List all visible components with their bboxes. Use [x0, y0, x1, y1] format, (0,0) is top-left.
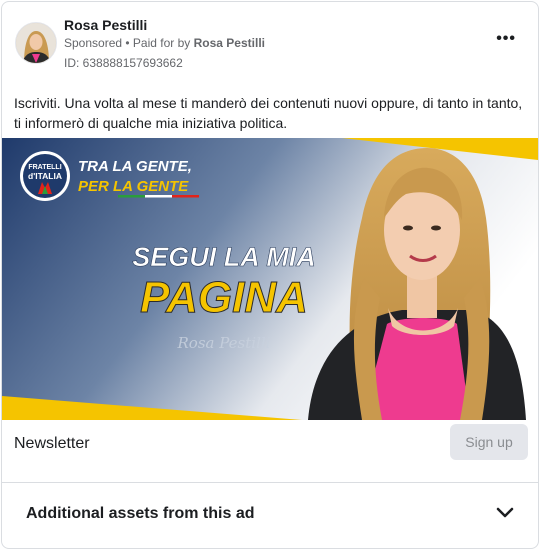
creative-svg: FRATELLI d'ITALIA TRA LA GENTE, PER LA G…: [2, 138, 538, 420]
sign-up-button[interactable]: Sign up: [450, 424, 528, 460]
advertiser-name[interactable]: Rosa Pestilli: [64, 17, 147, 33]
paid-for-prefix: • Paid for by: [122, 36, 194, 50]
chevron-down-icon[interactable]: [496, 504, 514, 522]
headline-line2: PAGINA: [140, 273, 308, 322]
avatar-portrait: [16, 23, 56, 63]
slogan-line1: TRA LA GENTE,: [78, 158, 192, 175]
ad-card: Rosa Pestilli Sponsored • Paid for by Ro…: [1, 1, 539, 549]
additional-assets-label: Additional assets from this ad: [26, 505, 255, 522]
sponsored-line: Sponsored • Paid for by Rosa Pestilli: [64, 36, 265, 50]
logo-line1: FRATELLI: [28, 164, 61, 171]
sponsored-label: Sponsored: [64, 36, 123, 50]
cta-headline: Newsletter: [14, 435, 90, 452]
signature-handwritten: Rosa Pestilli: [177, 334, 271, 352]
ad-cta-bar: Newsletter Sign up: [2, 420, 538, 483]
logo-line2: d'ITALIA: [28, 171, 62, 181]
slogan-line2: PER LA GENTE: [78, 178, 189, 195]
paid-for-name: Rosa Pestilli: [193, 36, 265, 50]
headline-line1: SEGUI LA MIA: [132, 242, 316, 272]
additional-assets-toggle[interactable]: Additional assets from this ad: [2, 483, 538, 548]
ad-id: ID: 638888157693662: [64, 56, 183, 70]
ad-body-text: Iscriviti. Una volta al mese ti manderò …: [14, 95, 523, 131]
ad-header: Rosa Pestilli Sponsored • Paid for by Ro…: [2, 2, 538, 80]
ad-creative-image[interactable]: FRATELLI d'ITALIA TRA LA GENTE, PER LA G…: [2, 138, 538, 420]
more-options-icon[interactable]: •••: [496, 30, 516, 48]
party-logo: FRATELLI d'ITALIA: [20, 151, 70, 201]
advertiser-avatar[interactable]: [15, 22, 57, 64]
